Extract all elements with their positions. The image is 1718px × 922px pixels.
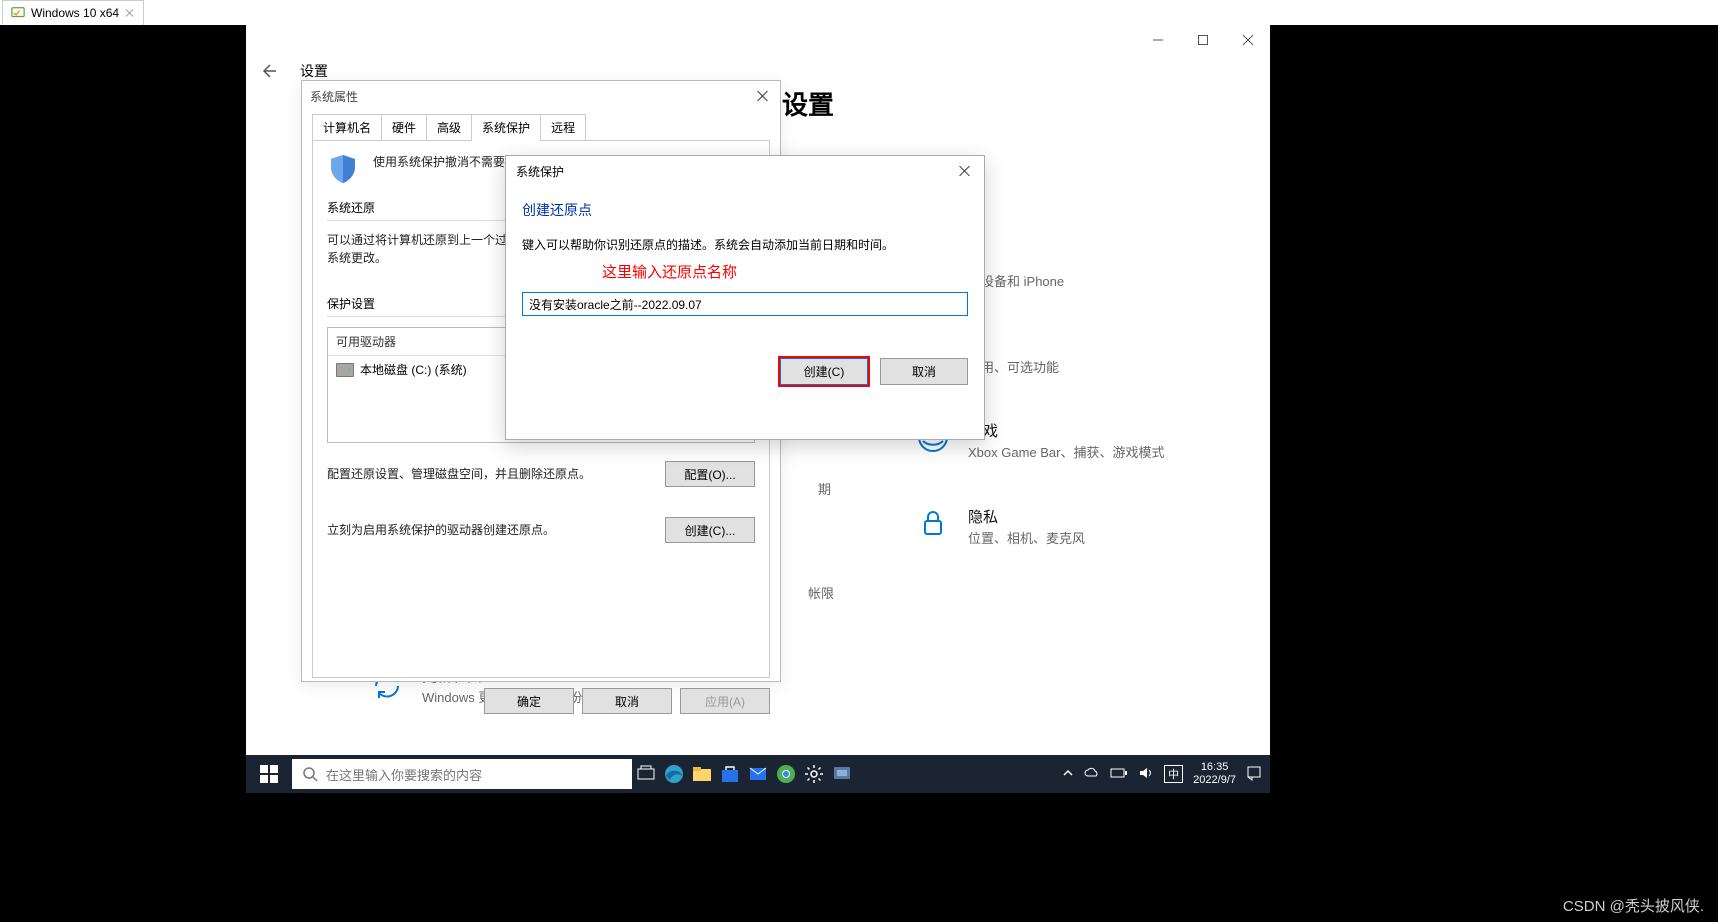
create-restore-button[interactable]: 创建(C)... <box>665 517 755 543</box>
sysprop-title-text: 系统属性 <box>310 88 358 105</box>
vm-monitor-icon <box>11 6 25 20</box>
explorer-icon[interactable] <box>688 755 716 793</box>
feature-sub: Xbox Game Bar、捕获、游戏模式 <box>968 444 1165 462</box>
onedrive-icon[interactable] <box>1084 765 1100 784</box>
vm-tab-close-icon[interactable] <box>125 8 135 18</box>
volume-icon[interactable] <box>1138 765 1154 784</box>
sysprop-shield-text: 使用系统保护撤消不需要 <box>373 153 505 171</box>
settings-app-title: 设置 <box>300 61 328 81</box>
system-tray: 中 16:35 2022/9/7 <box>1054 761 1270 786</box>
feature-time-fragment: 期 <box>818 479 831 498</box>
task-view-icon[interactable] <box>632 755 660 793</box>
settings-header: 设置 <box>246 55 1270 83</box>
configure-desc: 配置还原设置、管理磁盘空间，并且删除还原点。 <box>327 465 647 483</box>
maximize-button[interactable] <box>1180 25 1225 55</box>
annotation-text: 这里输入还原点名称 <box>602 261 968 282</box>
sysprotect-title-text: 系统保护 <box>516 163 564 180</box>
tab-hardware[interactable]: 硬件 <box>381 114 427 141</box>
vm-tabbar: Windows 10 x64 <box>0 0 1718 26</box>
create-button[interactable]: 创建(C) <box>780 358 868 385</box>
tray-chevron-up-icon[interactable] <box>1062 767 1074 782</box>
cancel-button[interactable]: 取消 <box>582 688 672 714</box>
sysprop-tabs: 计算机名 硬件 高级 系统保护 远程 <box>302 111 780 140</box>
search-icon <box>302 766 318 782</box>
chrome-icon[interactable] <box>772 755 800 793</box>
sysprotect-titlebar[interactable]: 系统保护 <box>506 156 984 186</box>
taskbar-clock[interactable]: 16:35 2022/9/7 <box>1193 761 1236 786</box>
restore-point-name-input[interactable] <box>522 292 968 316</box>
vm-tab-label: Windows 10 x64 <box>31 6 119 20</box>
vm-stage: 设置 设置 机 接 Android 设备和 iPhone 用 戈、默认应用、可选… <box>0 25 1718 922</box>
feature-title: 游戏 <box>968 420 1165 441</box>
feature-privacy[interactable]: 隐私 位置、相机、麦克风 <box>916 506 1256 548</box>
clock-date: 2022/9/7 <box>1193 774 1236 787</box>
close-button[interactable] <box>1225 25 1270 55</box>
ime-indicator[interactable]: 中 <box>1164 765 1183 783</box>
tab-advanced[interactable]: 高级 <box>426 114 472 141</box>
ok-button[interactable]: 确定 <box>484 688 574 714</box>
minimize-button[interactable] <box>1135 25 1180 55</box>
csdn-watermark: CSDN @秃头披风侠. <box>1563 895 1704 916</box>
lock-icon <box>916 506 950 540</box>
sysprotect-desc: 键入可以帮助你识别还原点的描述。系统会自动添加当前日期和时间。 <box>522 236 968 253</box>
tab-computer-name[interactable]: 计算机名 <box>312 114 382 141</box>
close-icon[interactable] <box>956 162 974 180</box>
feature-title: 隐私 <box>968 506 1085 527</box>
battery-icon[interactable] <box>1110 767 1128 782</box>
mail-icon[interactable] <box>744 755 772 793</box>
drive-icon <box>336 363 354 377</box>
search-placeholder: 在这里输入你要搜索的内容 <box>326 765 482 784</box>
apply-button: 应用(A) <box>680 688 770 714</box>
sysprop-titlebar[interactable]: 系统属性 <box>302 81 780 111</box>
vmtools-icon[interactable] <box>828 755 856 793</box>
store-icon[interactable] <box>716 755 744 793</box>
settings-heading: 设置 <box>782 85 834 122</box>
settings-taskbar-icon[interactable] <box>800 755 828 793</box>
tab-system-protection[interactable]: 系统保护 <box>471 114 541 141</box>
start-button[interactable] <box>246 755 292 793</box>
feature-accounts-fragment: 帐限 <box>808 583 834 602</box>
settings-titlebar <box>246 25 1270 55</box>
feature-sub: 位置、相机、麦克风 <box>968 530 1085 548</box>
shield-icon <box>327 153 359 185</box>
close-icon[interactable] <box>754 87 772 105</box>
sysprotect-heading: 创建还原点 <box>522 200 968 220</box>
vm-tab[interactable]: Windows 10 x64 <box>2 0 144 25</box>
system-protection-dialog: 系统保护 创建还原点 键入可以帮助你识别还原点的描述。系统会自动添加当前日期和时… <box>505 155 985 440</box>
notifications-icon[interactable] <box>1246 765 1262 784</box>
drive-item-label: 本地磁盘 (C:) (系统) <box>360 361 467 378</box>
cancel-button[interactable]: 取消 <box>880 358 968 385</box>
taskbar: 在这里输入你要搜索的内容 中 16:35 2022/9/7 <box>246 755 1270 793</box>
taskbar-search-input[interactable]: 在这里输入你要搜索的内容 <box>292 759 632 789</box>
back-arrow-icon[interactable] <box>256 59 280 83</box>
configure-button[interactable]: 配置(O)... <box>665 461 755 487</box>
create-desc: 立刻为启用系统保护的驱动器创建还原点。 <box>327 521 647 539</box>
clock-time: 16:35 <box>1193 761 1236 774</box>
edge-icon[interactable] <box>660 755 688 793</box>
guest-desktop: 设置 设置 机 接 Android 设备和 iPhone 用 戈、默认应用、可选… <box>246 25 1270 793</box>
sysprop-button-row: 确定 取消 应用(A) <box>312 688 770 714</box>
tab-remote[interactable]: 远程 <box>540 114 586 141</box>
